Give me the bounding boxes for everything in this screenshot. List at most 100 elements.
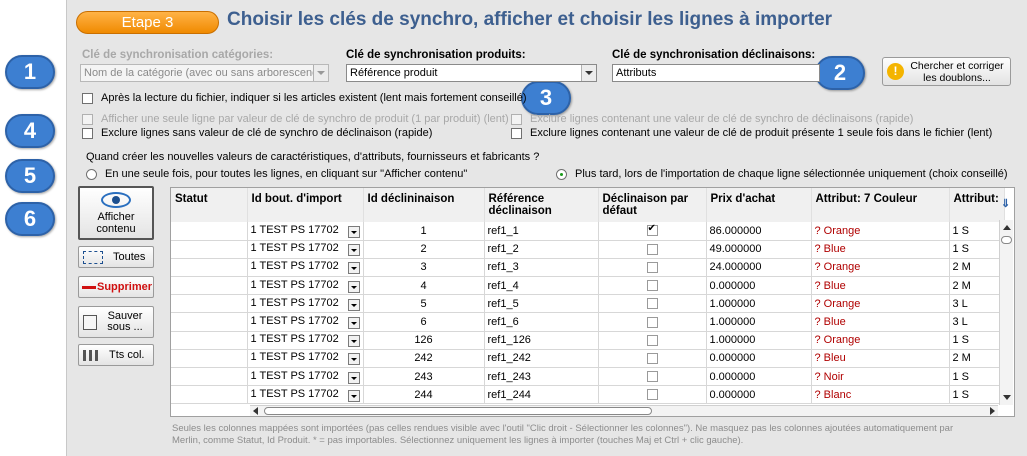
category-key-select[interactable]: Nom de la catégorie (avec ou sans arbore… bbox=[80, 64, 329, 82]
import-id-cell[interactable]: 1 TEST PS 17702 bbox=[247, 367, 364, 387]
column-header[interactable]: Prix d'achat bbox=[706, 188, 812, 222]
import-id-cell[interactable]: 1 TEST PS 17702 bbox=[247, 331, 364, 350]
import-id-cell[interactable]: 1 TEST PS 17702 bbox=[247, 258, 364, 278]
one-line-per-value-checkbox[interactable]: Afficher une seule ligne par valeur de c… bbox=[82, 113, 509, 125]
vertical-scrollbar[interactable] bbox=[999, 220, 1013, 405]
price-cell: 0.000000 bbox=[706, 385, 812, 405]
import-id-cell[interactable]: 1 TEST PS 17702 bbox=[247, 294, 364, 314]
callout-badge-3: 3 bbox=[521, 81, 571, 115]
table-row[interactable]: 1 TEST PS 17702 4 ref1_4 0.000000? Blue 2 M bbox=[171, 276, 1005, 296]
column-header[interactable]: Référence déclinaison bbox=[484, 188, 599, 222]
import-id-cell[interactable]: 1 TEST PS 17702 bbox=[247, 312, 364, 332]
import-id-value: 1 TEST PS 17702 bbox=[250, 315, 339, 328]
color-cell: ? Orange bbox=[811, 294, 950, 314]
chevron-down-icon[interactable] bbox=[347, 244, 360, 257]
chevron-down-icon[interactable] bbox=[347, 298, 360, 311]
column-header[interactable]: Déclinaison par défaut bbox=[598, 188, 707, 222]
create-later-radio[interactable]: Plus tard, lors de l'importation de chaq… bbox=[556, 168, 1008, 180]
declinaison-key-select[interactable]: Attributs bbox=[612, 64, 820, 82]
column-header[interactable]: Id déclininaison bbox=[363, 188, 485, 222]
size-cell: 1 S bbox=[949, 385, 1005, 405]
import-id-cell[interactable]: 1 TEST PS 17702 bbox=[247, 240, 364, 259]
status-cell bbox=[171, 294, 248, 314]
column-header[interactable]: Id bout. d'import bbox=[247, 188, 364, 222]
chevron-down-icon[interactable] bbox=[347, 389, 360, 402]
checkbox-box bbox=[511, 113, 522, 125]
scroll-thumb[interactable] bbox=[264, 407, 652, 415]
chevron-down-icon[interactable] bbox=[347, 317, 360, 330]
all-columns-button[interactable]: Tts col. bbox=[78, 344, 154, 366]
column-header[interactable]: Attribut: 7 Couleur bbox=[811, 188, 950, 222]
scroll-up-icon[interactable] bbox=[1003, 225, 1011, 230]
chevron-down-icon[interactable] bbox=[347, 225, 360, 238]
table-row[interactable]: 1 TEST PS 17702 244 ref1_244 0.000000? Blan… bbox=[171, 385, 1005, 405]
chevron-down-icon[interactable] bbox=[347, 335, 360, 348]
chevron-down-icon[interactable] bbox=[347, 353, 360, 366]
table-row[interactable]: 1 TEST PS 17702 2 ref1_2 49.000000? Blue 1 S bbox=[171, 240, 1005, 259]
table-row[interactable]: 1 TEST PS 17702 243 ref1_243 0.000000? Noir… bbox=[171, 367, 1005, 387]
chevron-down-icon[interactable] bbox=[347, 371, 360, 384]
horizontal-scrollbar[interactable] bbox=[250, 405, 998, 416]
column-header[interactable]: Attribut: bbox=[949, 188, 1005, 222]
status-cell bbox=[171, 276, 248, 296]
default-checkbox[interactable] bbox=[646, 389, 658, 401]
exclude-with-value-checkbox[interactable]: Exclure lignes contenant une valeur de c… bbox=[511, 113, 913, 125]
select-all-button[interactable]: Toutes bbox=[78, 246, 154, 268]
color-cell: ? Noir bbox=[811, 367, 950, 387]
status-cell bbox=[171, 349, 248, 369]
scroll-thumb[interactable] bbox=[1001, 236, 1012, 244]
import-id-cell[interactable]: 1 TEST PS 17702 bbox=[247, 385, 364, 405]
default-checkbox[interactable] bbox=[646, 223, 658, 237]
declinaison-id-cell: 4 bbox=[363, 276, 485, 296]
default-checkbox[interactable] bbox=[646, 243, 658, 255]
color-cell: ? Blue bbox=[811, 312, 950, 332]
default-checkbox[interactable] bbox=[646, 262, 658, 274]
table-row[interactable]: 1 TEST PS 17702 242 ref1_242 0.000000? Bleu… bbox=[171, 349, 1005, 369]
step-badge: Etape 3 bbox=[76, 11, 219, 34]
creation-question: Quand créer les nouvelles valeurs de car… bbox=[86, 151, 540, 163]
table-row[interactable]: 1 TEST PS 17702 1ref1_1 86.000000? Orange1… bbox=[171, 222, 1005, 241]
scroll-down-icon[interactable] bbox=[1003, 395, 1011, 400]
table-row[interactable]: 1 TEST PS 17702 126 ref1_126 1.000000? Oran… bbox=[171, 331, 1005, 350]
default-checkbox[interactable] bbox=[646, 316, 658, 328]
product-key-select[interactable]: Référence produit bbox=[346, 64, 597, 82]
chevron-down-icon[interactable] bbox=[347, 280, 360, 293]
size-cell: 1 S bbox=[949, 331, 1005, 350]
default-checkbox[interactable] bbox=[646, 334, 658, 346]
table-row[interactable]: 1 TEST PS 17702 3 ref1_3 24.000000? Orange 2… bbox=[171, 258, 1005, 278]
scroll-right-icon[interactable] bbox=[990, 407, 995, 415]
default-checkbox[interactable] bbox=[646, 371, 658, 383]
show-content-button[interactable]: Afficher contenu bbox=[78, 186, 154, 240]
price-cell: 0.000000 bbox=[706, 276, 812, 296]
default-cell bbox=[598, 258, 707, 278]
exclude-once-checkbox[interactable]: Exclure lignes contenant une valeur de c… bbox=[511, 127, 992, 139]
column-chooser-icon[interactable]: ⇓ bbox=[1001, 197, 1010, 210]
column-header[interactable]: Statut bbox=[171, 188, 248, 222]
create-once-radio[interactable]: En une seule fois, pour toutes les ligne… bbox=[86, 168, 467, 180]
table-row[interactable]: 1 TEST PS 17702 5 ref1_5 1.000000? Orange 3 … bbox=[171, 294, 1005, 314]
check-exist-checkbox[interactable]: Après la lecture du fichier, indiquer si… bbox=[82, 92, 527, 104]
import-id-cell[interactable]: 1 TEST PS 17702 bbox=[247, 276, 364, 296]
save-as-button[interactable]: Sauver sous ... bbox=[78, 306, 154, 338]
reference-cell: ref1_6 bbox=[484, 312, 599, 332]
default-checkbox[interactable] bbox=[646, 298, 658, 310]
chevron-down-icon[interactable] bbox=[347, 262, 360, 275]
size-cell: 2 M bbox=[949, 258, 1005, 278]
default-checkbox[interactable] bbox=[646, 353, 658, 364]
import-id-cell[interactable]: 1 TEST PS 17702 bbox=[247, 222, 364, 241]
select-all-label: Toutes bbox=[113, 251, 146, 263]
find-duplicates-button[interactable]: ! Chercher et corriger les doublons... bbox=[882, 57, 1011, 86]
import-id-cell[interactable]: 1 TEST PS 17702 bbox=[247, 349, 364, 369]
declinaison-id-cell: 3 bbox=[363, 258, 485, 278]
data-table: Statut Id bout. d'import Id déclininaiso… bbox=[171, 188, 1005, 405]
default-checkbox[interactable] bbox=[646, 280, 658, 292]
delete-button[interactable]: Supprimer bbox=[78, 276, 154, 298]
table-row[interactable]: 1 TEST PS 17702 6 ref1_6 1.000000? Blue 3 L bbox=[171, 312, 1005, 332]
scroll-left-icon[interactable] bbox=[253, 407, 258, 415]
default-cell bbox=[598, 385, 707, 405]
exclude-without-value-checkbox[interactable]: Exclure lignes sans valeur de clé de syn… bbox=[82, 127, 432, 139]
declinaison-id-cell: 243 bbox=[363, 367, 485, 387]
data-grid[interactable]: Statut Id bout. d'import Id déclininaiso… bbox=[170, 187, 1015, 417]
checkbox-box bbox=[82, 113, 93, 125]
declinaison-id-cell: 242 bbox=[363, 349, 485, 369]
